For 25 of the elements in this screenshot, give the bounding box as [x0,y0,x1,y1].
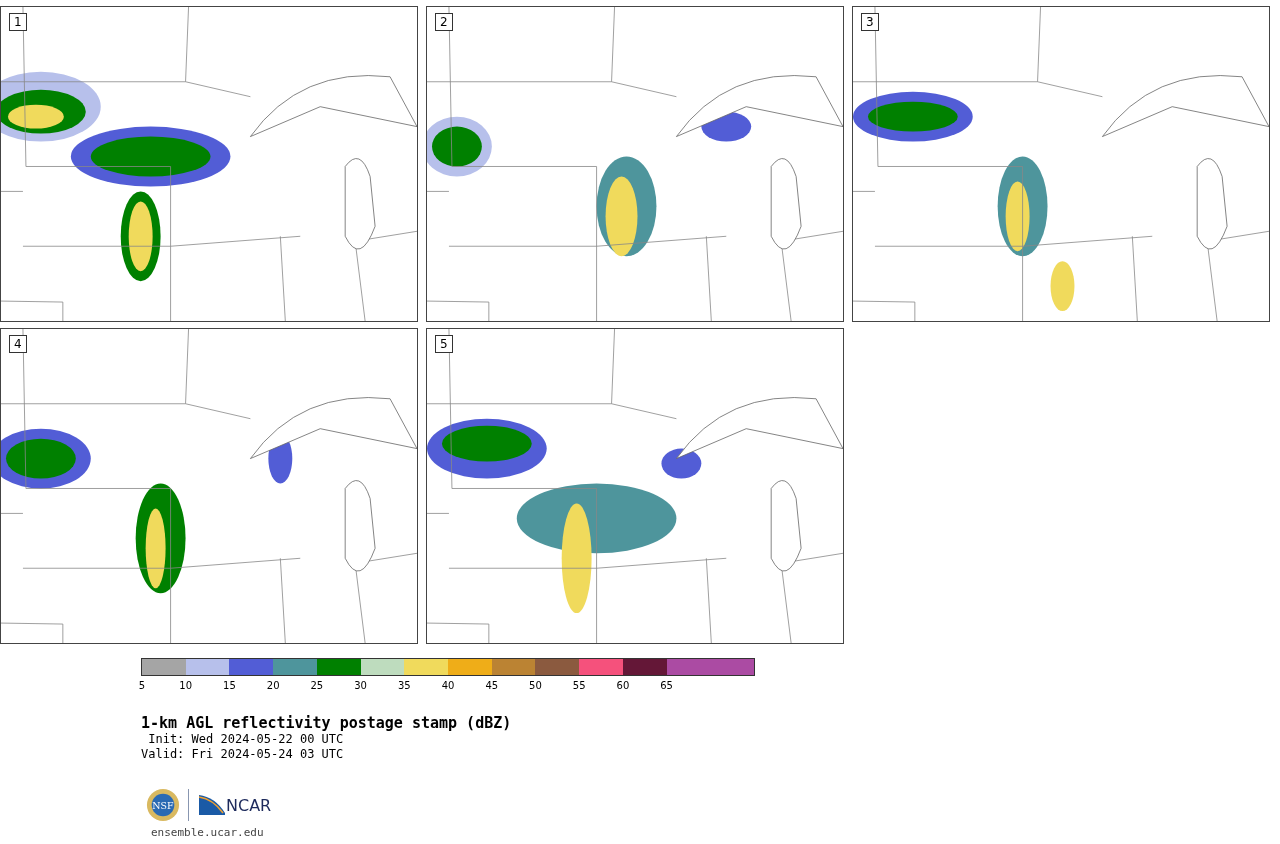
tick-label: 15 [223,680,236,691]
tick-label: 35 [397,680,411,691]
panel-number: 3 [861,13,879,31]
tick-label: 55 [572,680,586,691]
init-time: Init: Wed 2024-05-22 00 UTC [147,732,345,747]
panel-number: 4 [9,335,27,353]
tick-label: 40 [441,680,455,691]
tick-label: 5 [138,680,146,691]
website-url: ensemble.ucar.edu [151,826,265,839]
tick-label: 20 [266,680,280,691]
tick-label: 10 [179,680,193,691]
panel-number: 2 [435,13,453,31]
tick-label: 65 [660,680,673,691]
panel-number: 5 [435,335,453,353]
tick-label: 30 [354,680,367,691]
tick-label: 25 [310,680,324,691]
tick-label: 60 [616,680,630,691]
chart-title: 1-km AGL reflectivity postage stamp (dBZ) [141,714,513,732]
ncar-wordmark: NCAR [226,795,272,815]
valid-time: Valid: Fri 2024-05-24 03 UTC [141,747,345,762]
panel-number: 1 [9,13,27,31]
tick-label: 50 [529,680,542,691]
ncar-swoosh-icon [199,795,225,815]
tick-label: 45 [485,680,499,691]
nsf-logo: NSF [146,788,180,822]
